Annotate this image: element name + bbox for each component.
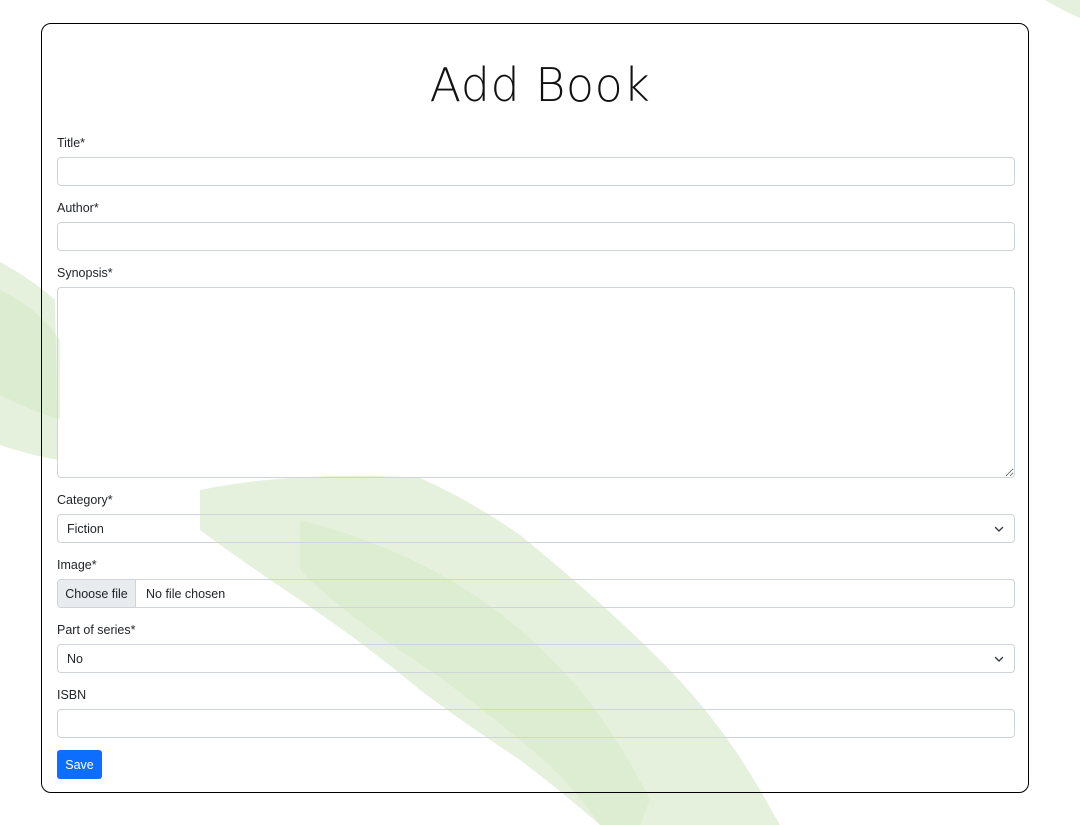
add-book-card	[41, 23, 1029, 793]
